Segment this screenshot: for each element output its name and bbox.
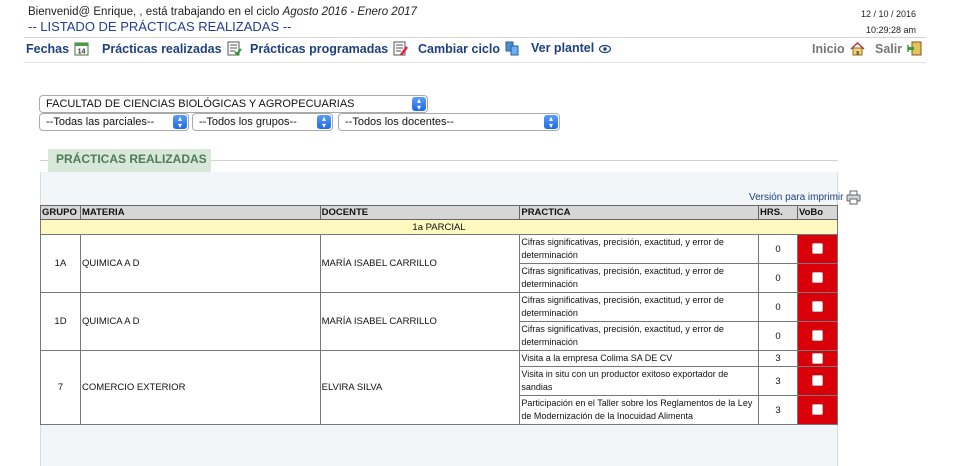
faculty-select[interactable]: FACULTAD DE CIENCIAS BIOLÓGICAS Y AGROPE… <box>39 95 428 113</box>
parcial-select[interactable]: --Todas las parciales-- ▴ ▾ <box>39 113 189 131</box>
panel-title: PRÁCTICAS REALIZADAS <box>48 149 211 172</box>
select-arrows-icon: ▴ ▾ <box>412 97 426 112</box>
cell-practica: Cifras significativas, precisión, exacti… <box>519 292 760 322</box>
page-header: Bienvenid@ Enrique, , está trabajando en… <box>24 4 926 38</box>
cell-practica: Visita in situ con un productor exitoso … <box>519 366 760 396</box>
parcial-label: 1a PARCIAL <box>40 219 838 235</box>
col-header-materia: MATERIA <box>79 205 321 220</box>
table-row: 7 COMERCIO EXTERIOR ELVIRA SILVA Visita … <box>40 350 838 425</box>
panel-border <box>40 160 48 161</box>
nav-label: Cambiar ciclo <box>418 41 500 56</box>
exit-door-icon <box>907 41 922 56</box>
vobo-checkbox[interactable] <box>812 301 823 313</box>
greeting: Bienvenid@ Enrique, , está trabajando en… <box>28 6 280 18</box>
inicio-label: Inicio <box>812 41 845 56</box>
faculty-select-value: FACULTAD DE CIENCIAS BIOLÓGICAS Y AGROPE… <box>46 98 355 110</box>
welcome-text: Bienvenid@ Enrique, , está trabajando en… <box>28 6 417 18</box>
select-arrows-icon: ▴ ▾ <box>173 115 187 130</box>
table-row: 1D QUIMICA A D MARÍA ISABEL CARRILLO Cif… <box>40 292 838 351</box>
checklist-icon <box>227 41 242 56</box>
parcial-select-value: --Todas las parciales-- <box>46 116 155 128</box>
col-header-vobo: VoBo <box>797 205 838 220</box>
cell-vobo <box>797 366 838 396</box>
cell-hrs: 0 <box>758 263 798 293</box>
grupo-select-value: --Todos los grupos-- <box>199 116 297 128</box>
table-header-row: GRUPO MATERIA DOCENTE PRACTICA HRS. VoBo <box>40 205 838 220</box>
cell-grupo: 1A <box>40 234 81 293</box>
cell-materia: QUIMICA A D <box>79 292 321 351</box>
vobo-checkbox[interactable] <box>812 272 823 284</box>
svg-text:14: 14 <box>78 49 86 56</box>
print-version-link[interactable]: Versión para imprimir <box>749 190 861 205</box>
printer-icon <box>846 190 861 205</box>
cell-vobo <box>797 263 838 293</box>
cell-docente: ELVIRA SILVA <box>319 350 521 425</box>
cell-hrs: 3 <box>758 395 798 425</box>
main-nav: Fechas 14 Prácticas realizadas Prácticas… <box>24 39 926 63</box>
cell-practica: Visita a la empresa Colima SA DE CV <box>519 350 760 367</box>
current-date: 12 / 10 / 2016 <box>860 9 916 19</box>
cell-hrs: 3 <box>758 350 798 367</box>
cell-vobo <box>797 350 838 367</box>
cell-vobo <box>797 292 838 322</box>
eye-icon <box>599 43 612 54</box>
edit-list-icon <box>393 41 409 56</box>
current-time: 10:29:28 am <box>865 25 916 35</box>
cell-hrs: 0 <box>758 292 798 322</box>
docente-select-value: --Todos los docentes-- <box>345 116 454 128</box>
select-arrows-icon: ▴ ▾ <box>544 115 558 130</box>
cell-vobo <box>797 234 838 264</box>
nav-practicas-programadas[interactable]: Prácticas programadas <box>250 41 409 56</box>
nav-practicas-realizadas[interactable]: Prácticas realizadas <box>102 41 242 56</box>
cell-docente: MARÍA ISABEL CARRILLO <box>319 234 521 293</box>
grupo-select[interactable]: --Todos los grupos-- ▴ ▾ <box>192 113 333 131</box>
page-title: -- LISTADO DE PRÁCTICAS REALIZADAS -- <box>28 19 292 34</box>
cell-vobo <box>797 395 838 425</box>
vobo-checkbox[interactable] <box>812 330 823 342</box>
print-label: Versión para imprimir <box>749 192 844 203</box>
cell-grupo: 7 <box>40 350 81 425</box>
vobo-checkbox[interactable] <box>812 404 823 416</box>
col-header-docente: DOCENTE <box>319 205 521 220</box>
cycle-icon <box>505 41 520 56</box>
nav-label: Ver plantel <box>531 41 595 55</box>
home-icon <box>850 41 865 56</box>
salir-label: Salir <box>875 41 903 56</box>
cell-practica: Participación en el Taller sobre los Reg… <box>519 395 760 425</box>
nav-ver-plantel[interactable]: Ver plantel <box>531 41 612 55</box>
cell-docente: MARÍA ISABEL CARRILLO <box>319 292 521 351</box>
nav-fechas[interactable]: Fechas 14 <box>26 41 89 56</box>
col-header-practica: PRACTICA <box>519 205 760 220</box>
docente-select[interactable]: --Todos los docentes-- ▴ ▾ <box>338 113 560 131</box>
col-header-hrs: HRS. <box>758 205 798 220</box>
cell-grupo: 1D <box>40 292 81 351</box>
parcial-row: 1a PARCIAL <box>40 219 838 235</box>
nav-label: Prácticas programadas <box>250 41 389 56</box>
vobo-checkbox[interactable] <box>812 243 823 255</box>
inicio-link[interactable]: Inicio <box>812 41 865 56</box>
cell-materia: QUIMICA A D <box>79 234 321 293</box>
nav-cambiar-ciclo[interactable]: Cambiar ciclo <box>418 41 520 56</box>
vobo-checkbox[interactable] <box>812 352 823 364</box>
cell-vobo <box>797 321 838 351</box>
cell-hrs: 3 <box>758 366 798 396</box>
col-header-grupo: GRUPO <box>40 205 81 220</box>
cell-practica: Cifras significativas, precisión, exacti… <box>519 234 760 264</box>
cell-hrs: 0 <box>758 321 798 351</box>
cell-practica: Cifras significativas, precisión, exacti… <box>519 263 760 293</box>
calendar-icon: 14 <box>74 41 89 56</box>
select-arrows-icon: ▴ ▾ <box>317 115 331 130</box>
nav-label: Prácticas realizadas <box>102 41 222 56</box>
panel-border <box>211 160 838 161</box>
cell-materia: COMERCIO EXTERIOR <box>79 350 321 425</box>
table-row: 1A QUIMICA A D MARÍA ISABEL CARRILLO Cif… <box>40 234 838 293</box>
cell-hrs: 0 <box>758 234 798 264</box>
cycle-name: Agosto 2016 - Enero 2017 <box>282 6 417 18</box>
cell-practica: Cifras significativas, precisión, exacti… <box>519 321 760 351</box>
salir-link[interactable]: Salir <box>875 41 922 56</box>
practices-table: GRUPO MATERIA DOCENTE PRACTICA HRS. VoBo… <box>40 205 838 425</box>
vobo-checkbox[interactable] <box>812 375 823 387</box>
nav-label: Fechas <box>26 41 70 56</box>
